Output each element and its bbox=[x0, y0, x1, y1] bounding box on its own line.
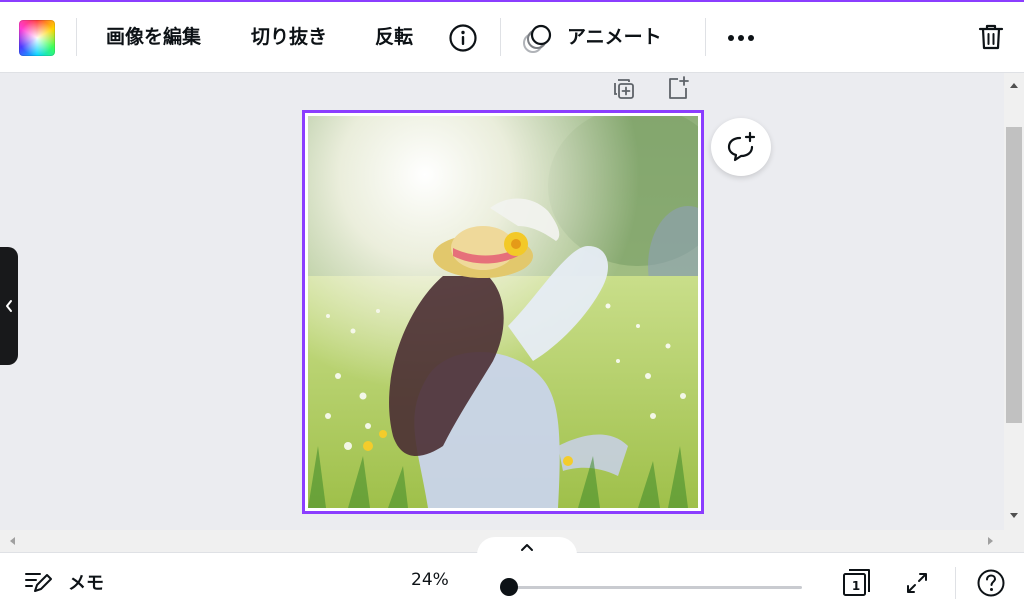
footer-bar: メモ 24% 1 bbox=[0, 552, 1024, 610]
animate-icon[interactable] bbox=[519, 21, 555, 57]
photo-girl-in-meadow[interactable] bbox=[308, 116, 698, 508]
crop-button[interactable]: 切り抜き bbox=[251, 18, 327, 56]
scroll-up-arrow-icon[interactable] bbox=[1004, 75, 1024, 95]
animate-button[interactable]: アニメート bbox=[567, 18, 662, 56]
chevron-up-icon bbox=[521, 544, 533, 551]
vertical-scroll-thumb[interactable] bbox=[1006, 127, 1022, 423]
more-icon[interactable] bbox=[724, 24, 758, 52]
add-page-icon[interactable] bbox=[664, 74, 692, 102]
editor-toolbar: 画像を編集 切り抜き 反転 アニメート bbox=[0, 0, 1024, 73]
side-panel-toggle[interactable] bbox=[0, 247, 18, 365]
scroll-right-arrow-icon[interactable] bbox=[982, 532, 1000, 550]
page-count-button[interactable]: 1 bbox=[840, 566, 876, 600]
scroll-down-arrow-icon[interactable] bbox=[1004, 506, 1024, 526]
trash-icon[interactable] bbox=[974, 20, 1008, 54]
expand-pages-button[interactable] bbox=[477, 537, 577, 557]
notes-button[interactable]: メモ bbox=[68, 569, 104, 595]
color-picker-icon[interactable] bbox=[19, 20, 55, 56]
zoom-slider[interactable] bbox=[500, 578, 802, 596]
toolbar-divider bbox=[500, 18, 501, 56]
add-comment-icon[interactable] bbox=[711, 118, 771, 176]
zoom-level[interactable]: 24% bbox=[411, 570, 449, 590]
chevron-left-icon bbox=[6, 300, 12, 312]
selected-image-frame[interactable] bbox=[302, 110, 704, 514]
notes-icon[interactable] bbox=[22, 568, 54, 596]
duplicate-page-icon[interactable] bbox=[611, 76, 637, 102]
scrollbar-corner bbox=[1004, 530, 1024, 552]
footer-divider bbox=[955, 567, 956, 599]
info-icon[interactable] bbox=[446, 21, 480, 55]
toolbar-divider bbox=[76, 18, 77, 56]
edit-image-button[interactable]: 画像を編集 bbox=[106, 18, 201, 56]
toolbar-accent-line bbox=[0, 0, 1024, 2]
flip-button[interactable]: 反転 bbox=[375, 18, 413, 56]
vertical-scrollbar[interactable] bbox=[1004, 73, 1024, 530]
scroll-left-arrow-icon[interactable] bbox=[3, 532, 21, 550]
toolbar-divider bbox=[705, 18, 706, 56]
fullscreen-icon[interactable] bbox=[902, 568, 932, 598]
help-icon[interactable] bbox=[974, 566, 1008, 600]
zoom-slider-knob[interactable] bbox=[500, 578, 518, 596]
page-number: 1 bbox=[851, 579, 861, 593]
